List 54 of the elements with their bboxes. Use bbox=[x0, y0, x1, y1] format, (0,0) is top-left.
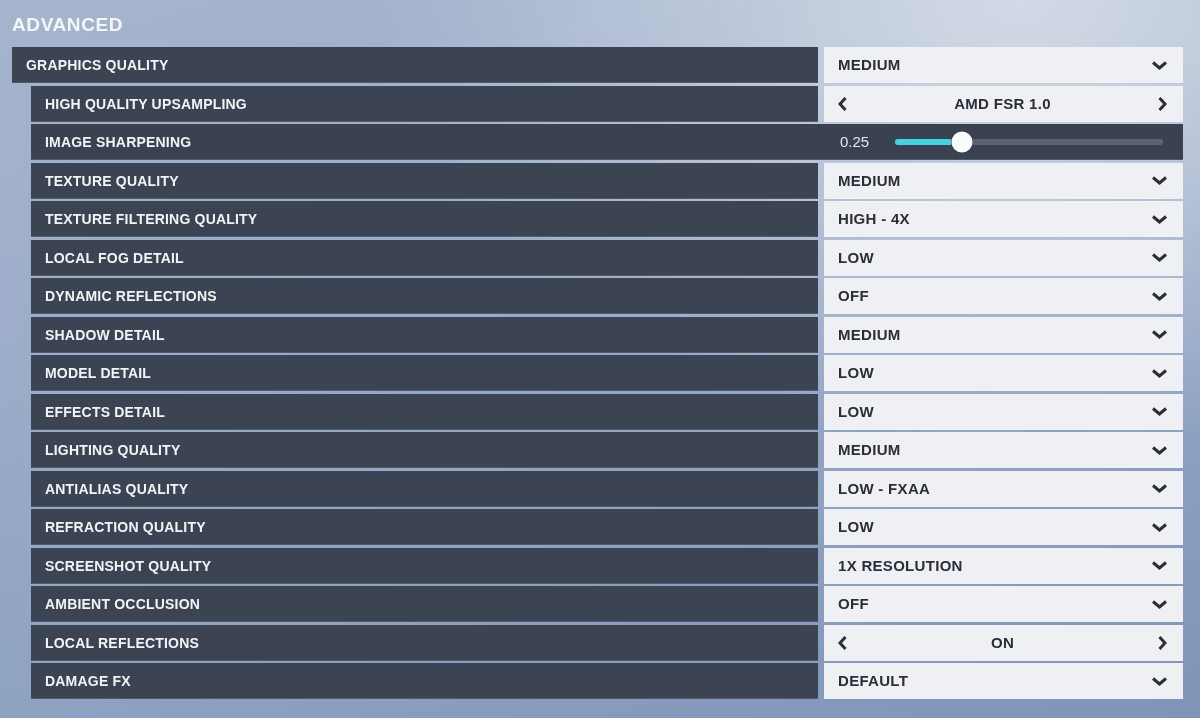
setting-label: DAMAGE FX bbox=[45, 672, 131, 690]
option-stepper[interactable]: AMD FSR 1.0 bbox=[824, 85, 1183, 122]
dropdown[interactable]: LOW bbox=[824, 355, 1183, 391]
chevron-right-icon[interactable] bbox=[1158, 635, 1167, 650]
dropdown[interactable]: MEDIUM bbox=[824, 47, 1183, 83]
setting-label: TEXTURE QUALITY bbox=[45, 171, 179, 190]
dropdown[interactable]: LOW bbox=[824, 239, 1183, 276]
dropdown[interactable]: OFF bbox=[824, 586, 1183, 622]
slider-value: 0.25 bbox=[840, 133, 871, 151]
section-title: ADVANCED bbox=[12, 13, 124, 37]
chevron-down-icon bbox=[1152, 291, 1167, 301]
dropdown[interactable]: 1X RESOLUTION bbox=[824, 547, 1183, 584]
chevron-down-icon bbox=[1152, 407, 1167, 416]
dropdown[interactable]: DEFAULT bbox=[824, 663, 1183, 699]
dropdown[interactable]: OFF bbox=[824, 278, 1183, 314]
setting-label: GRAPHICS QUALITY bbox=[26, 56, 169, 74]
chevron-down-icon bbox=[1152, 176, 1167, 185]
chevron-down-icon bbox=[1152, 561, 1167, 570]
setting-label: LOCAL FOG DETAIL bbox=[45, 248, 184, 267]
chevron-left-icon[interactable] bbox=[838, 96, 847, 111]
chevron-down-icon bbox=[1152, 599, 1167, 609]
dropdown[interactable]: LOW - FXAA bbox=[824, 470, 1183, 507]
dropdown[interactable]: LOW bbox=[824, 509, 1183, 545]
chevron-down-icon bbox=[1152, 330, 1167, 339]
setting-label: SCREENSHOT QUALITY bbox=[45, 556, 212, 575]
setting-label: ANTIALIAS QUALITY bbox=[45, 479, 189, 498]
setting-label: HIGH QUALITY UPSAMPLING bbox=[45, 94, 247, 113]
setting-label: IMAGE SHARPENING bbox=[45, 133, 192, 151]
setting-label: AMBIENT OCCLUSION bbox=[45, 595, 201, 613]
dropdown[interactable]: MEDIUM bbox=[824, 316, 1183, 353]
setting-label: MODEL DETAIL bbox=[45, 364, 152, 382]
setting-label: EFFECTS DETAIL bbox=[45, 402, 165, 421]
dropdown[interactable]: MEDIUM bbox=[824, 162, 1183, 199]
chevron-down-icon bbox=[1152, 522, 1167, 532]
dropdown[interactable]: LOW bbox=[824, 393, 1183, 430]
chevron-down-icon bbox=[1152, 445, 1167, 455]
chevron-down-icon bbox=[1152, 368, 1167, 378]
chevron-down-icon bbox=[1152, 60, 1167, 70]
dropdown[interactable]: MEDIUM bbox=[824, 432, 1183, 468]
setting-label: LOCAL REFLECTIONS bbox=[45, 633, 200, 652]
setting-label: LIGHTING QUALITY bbox=[45, 441, 181, 459]
slider-thumb[interactable] bbox=[951, 131, 973, 153]
chevron-down-icon bbox=[1152, 484, 1167, 493]
setting-label: SHADOW DETAIL bbox=[45, 325, 165, 344]
setting-label: DYNAMIC REFLECTIONS bbox=[45, 287, 217, 305]
chevron-right-icon[interactable] bbox=[1158, 96, 1167, 111]
option-stepper[interactable]: ON bbox=[824, 624, 1183, 661]
setting-label: REFRACTION QUALITY bbox=[45, 518, 206, 536]
dropdown[interactable]: HIGH - 4X bbox=[824, 201, 1183, 237]
chevron-down-icon bbox=[1152, 676, 1167, 686]
chevron-down-icon bbox=[1152, 253, 1167, 262]
chevron-down-icon bbox=[1152, 214, 1167, 224]
setting-label: TEXTURE FILTERING QUALITY bbox=[45, 210, 258, 228]
chevron-left-icon[interactable] bbox=[838, 635, 847, 650]
